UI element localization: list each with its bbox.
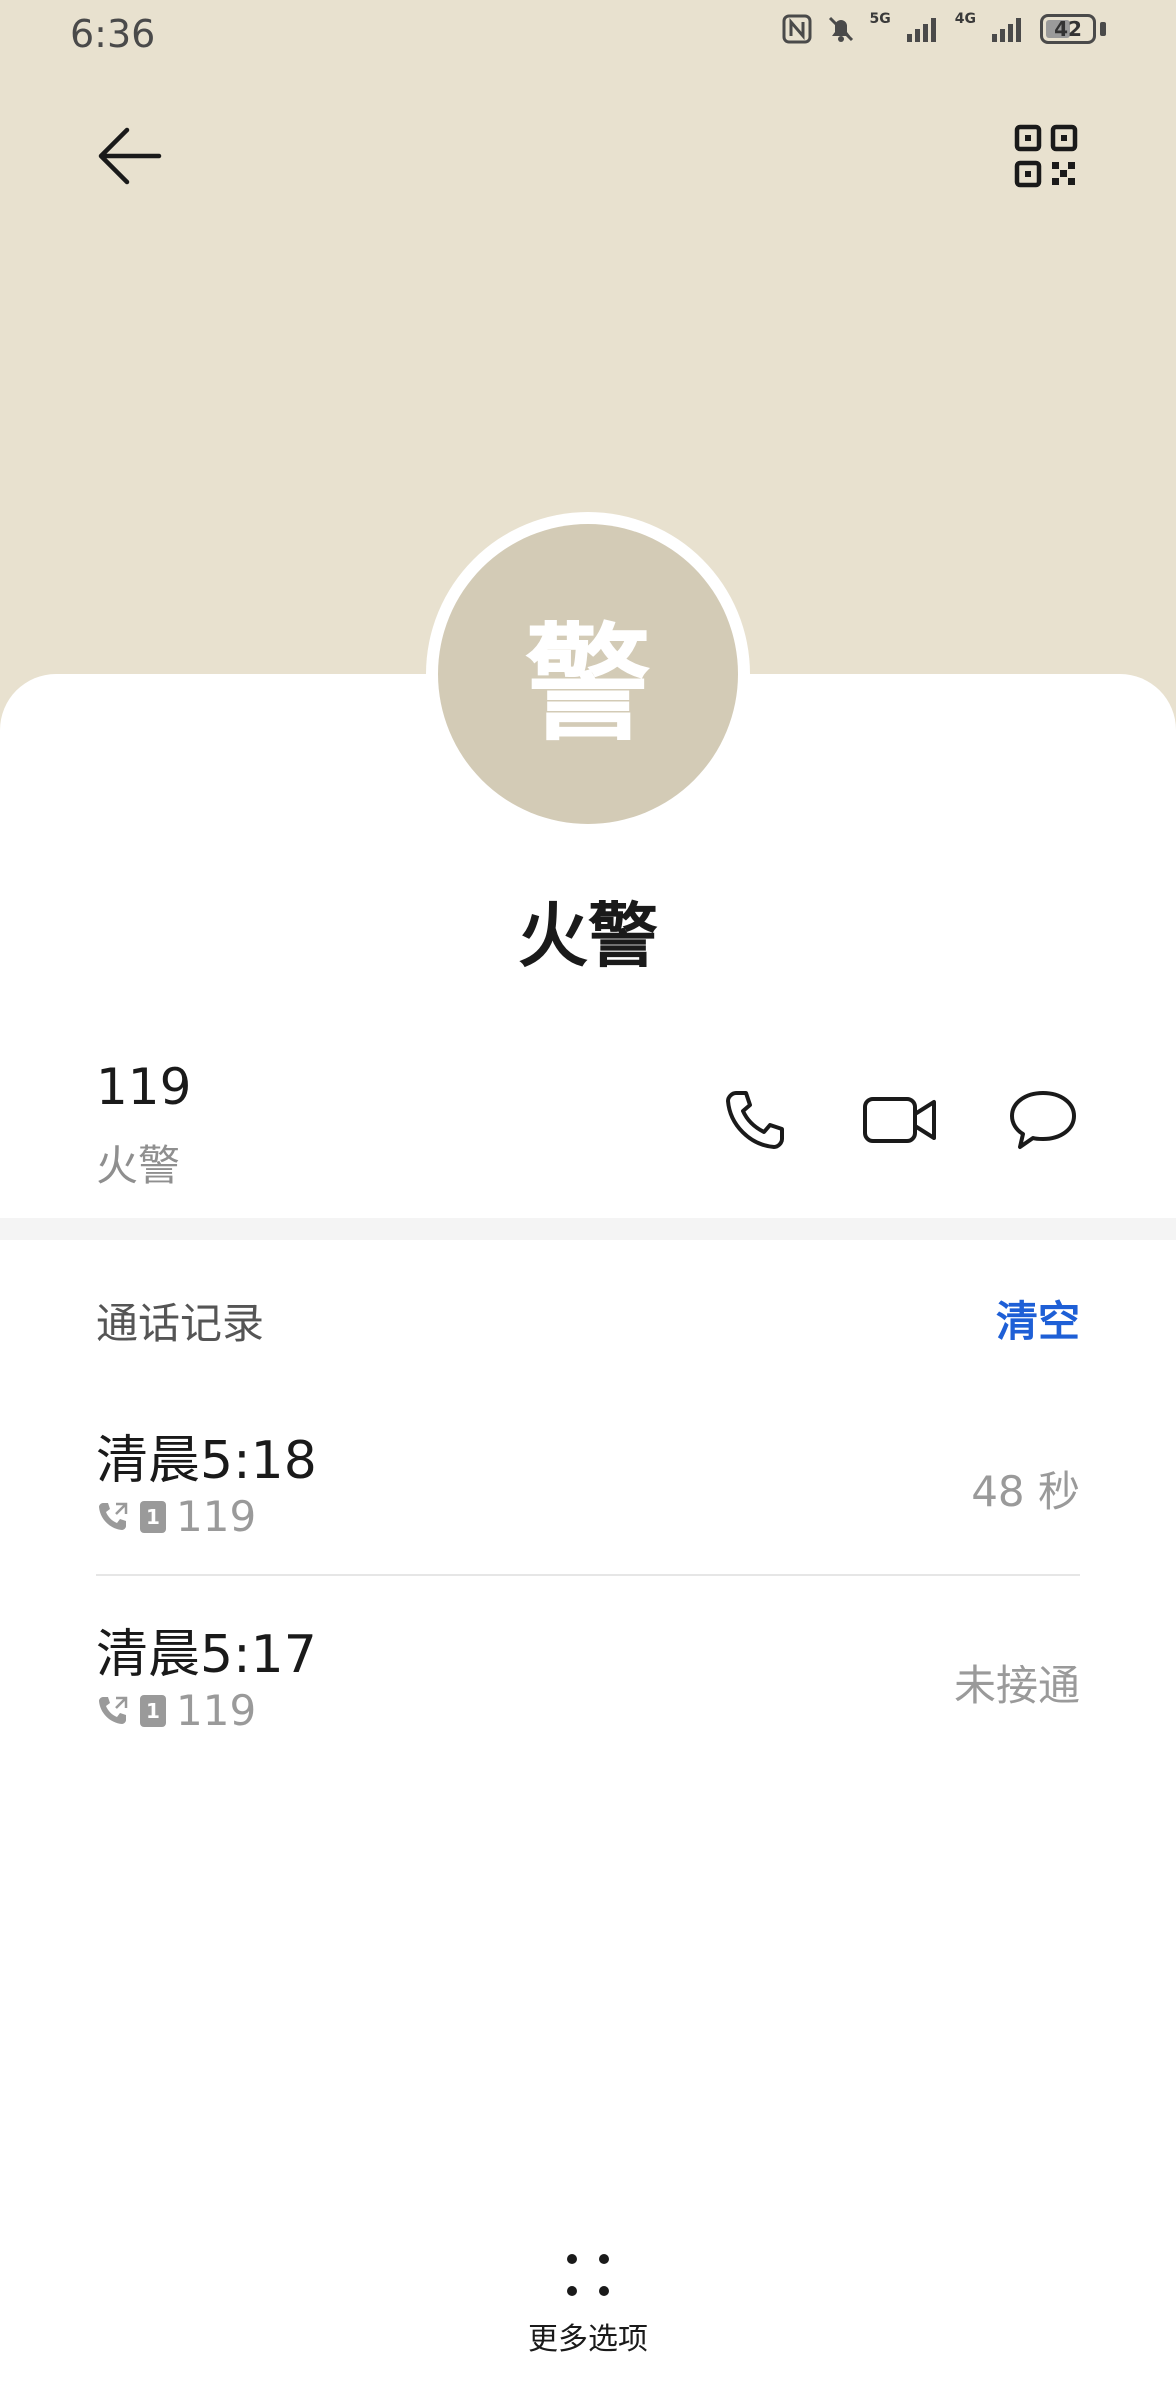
- section-divider: [0, 1218, 1176, 1240]
- battery-icon: 42: [1040, 14, 1096, 44]
- contact-name: 火警: [518, 895, 658, 977]
- call-time: 清晨5:17: [96, 1625, 317, 1685]
- call-status: 未接通: [953, 1661, 1080, 1710]
- avatar: 警: [438, 524, 738, 824]
- outgoing-call-icon: [99, 1502, 128, 1530]
- status-icons: 5G 4G 42: [782, 11, 1106, 44]
- sim-badge: 1: [140, 1694, 166, 1727]
- call-number: 119: [176, 1492, 257, 1541]
- phone-icon: [726, 1091, 784, 1149]
- call-log-entry[interactable]: 清晨5:17 1 119 未接通: [96, 1612, 1080, 1802]
- number-row[interactable]: 119 火警: [0, 1040, 1176, 1220]
- nfc-icon: [782, 14, 812, 44]
- back-arrow-icon: [98, 127, 162, 185]
- call-duration: 48 秒: [971, 1467, 1080, 1516]
- call-number: 119: [176, 1686, 257, 1735]
- more-dots-icon: [567, 2254, 609, 2296]
- video-call-icon: [863, 1097, 936, 1143]
- qr-code-button[interactable]: [996, 106, 1096, 206]
- message-icon: [1010, 1091, 1076, 1149]
- status-bar: 6:36 5G 4G 42: [0, 0, 1176, 70]
- signal-icon: [906, 18, 936, 42]
- call-log-entry[interactable]: 清晨5:18 1 119 48 秒: [96, 1418, 1080, 1608]
- call-details: 1 119: [96, 1492, 256, 1541]
- outgoing-call-icon: [99, 1696, 128, 1724]
- battery-level: 42: [1054, 17, 1082, 41]
- row-divider: [96, 1574, 1080, 1576]
- call-button[interactable]: [710, 1080, 800, 1160]
- signal-icon-2: [992, 18, 1021, 42]
- call-details: 1 119: [96, 1686, 256, 1735]
- more-options-label: 更多选项: [528, 2322, 648, 2357]
- call-log-title: 通话记录: [96, 1299, 265, 1348]
- more-options-button[interactable]: 更多选项: [488, 2250, 688, 2380]
- video-call-button[interactable]: [855, 1080, 945, 1160]
- phone-number: 119: [96, 1058, 192, 1116]
- call-time: 清晨5:18: [96, 1431, 317, 1491]
- network-type-1: 5G: [869, 11, 891, 27]
- message-button[interactable]: [998, 1080, 1088, 1160]
- sim-badge: 1: [140, 1500, 166, 1533]
- network-type-2: 4G: [954, 11, 976, 27]
- bell-muted-icon: [828, 16, 853, 42]
- battery-tip: [1100, 22, 1106, 36]
- status-time: 6:36: [70, 12, 156, 56]
- number-label: 火警: [96, 1141, 181, 1190]
- back-button[interactable]: [80, 106, 180, 206]
- qr-code-icon: [1014, 124, 1078, 188]
- clear-call-log-button[interactable]: 清空: [996, 1288, 1080, 1349]
